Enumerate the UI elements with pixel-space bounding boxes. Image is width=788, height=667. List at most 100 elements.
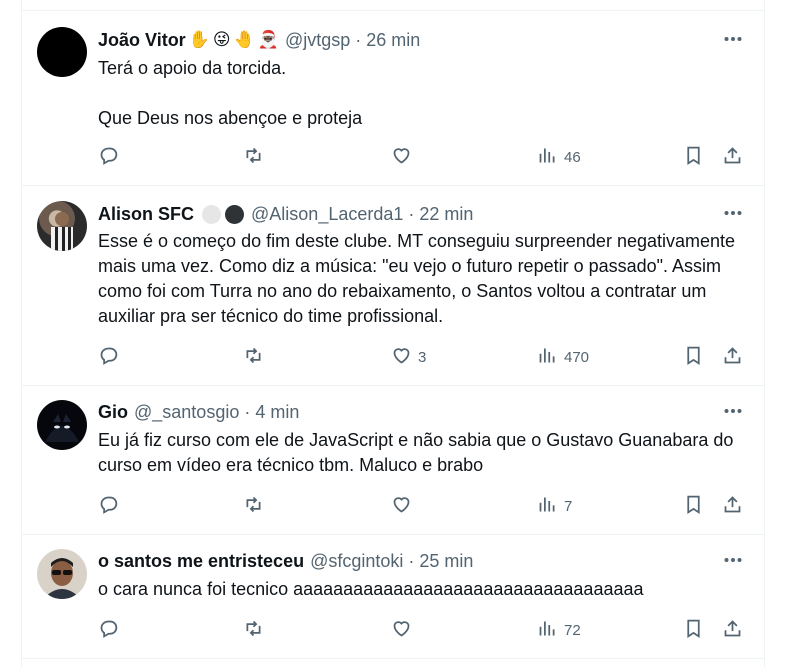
author-name[interactable]: João Vitor xyxy=(98,30,186,51)
share-icon xyxy=(722,145,743,170)
reply-button[interactable] xyxy=(98,617,125,643)
tweet-actions: 7 xyxy=(98,493,744,519)
author-handle[interactable]: @sfcgintoki xyxy=(310,551,403,572)
tweet[interactable]: Gio @_santosgio · 4 min Eu já fiz curso … xyxy=(22,385,764,535)
reply-icon xyxy=(98,494,119,519)
like-icon xyxy=(391,345,412,370)
reply-button[interactable] xyxy=(98,493,125,519)
avatar[interactable] xyxy=(37,201,87,251)
more-icon[interactable] xyxy=(722,400,744,422)
tweet-actions: 72 xyxy=(98,617,744,643)
name-emoji: 😜 xyxy=(212,30,231,49)
name-emoji: 🤚 xyxy=(233,30,255,49)
views-count: 7 xyxy=(564,497,573,515)
views-button[interactable]: 72 xyxy=(537,617,581,643)
like-icon xyxy=(391,145,412,170)
like-icon xyxy=(391,618,412,643)
views-button[interactable]: 46 xyxy=(537,144,581,170)
avatar[interactable] xyxy=(37,549,87,599)
author-name[interactable]: Gio xyxy=(98,402,128,423)
timestamp[interactable]: 4 min xyxy=(255,402,299,423)
bookmark-button[interactable] xyxy=(683,344,704,370)
share-button[interactable] xyxy=(722,493,743,519)
tweet[interactable]: Alison SFC @Alison_Lacerda1 · 22 min Ess… xyxy=(22,185,764,386)
views-button[interactable]: 470 xyxy=(537,344,589,370)
tweet-header: João Vitor ✋ 😜 🤚 🎅🏿 @jvtgsp · 26 min xyxy=(98,28,420,52)
repost-icon xyxy=(243,145,264,170)
timeline-column: João Vitor ✋ 😜 🤚 🎅🏿 @jvtgsp · 26 min Ter… xyxy=(21,0,765,667)
author-name[interactable]: o santos me entristeceu xyxy=(98,551,304,572)
tweet-header: o santos me entristeceu @sfcgintoki · 25… xyxy=(98,549,473,573)
like-button[interactable] xyxy=(391,617,418,643)
timestamp[interactable]: 22 min xyxy=(419,204,473,225)
views-icon xyxy=(537,145,558,170)
avatar[interactable] xyxy=(37,400,87,450)
separator-dot: · xyxy=(355,29,362,50)
reply-icon xyxy=(98,618,119,643)
name-emoji: ✋ xyxy=(188,30,210,49)
share-icon xyxy=(722,494,743,519)
tweet-header: Gio @_santosgio · 4 min xyxy=(98,400,299,424)
more-icon[interactable] xyxy=(722,28,744,50)
repost-button[interactable] xyxy=(243,144,270,170)
tweet-text: o cara nunca foi tecnico aaaaaaaaaaaaaaa… xyxy=(98,579,644,599)
tweet[interactable]: o santos me entristeceu @sfcgintoki · 25… xyxy=(22,534,764,659)
tweet-text: Eu já fiz curso com ele de JavaScript e … xyxy=(98,430,734,475)
tweet-actions: 46 xyxy=(98,144,744,170)
share-icon xyxy=(722,618,743,643)
views-icon xyxy=(537,345,558,370)
reply-icon xyxy=(98,145,119,170)
bookmark-icon xyxy=(683,618,704,643)
views-count: 470 xyxy=(564,348,590,366)
badge-icon xyxy=(202,204,222,224)
views-count: 72 xyxy=(564,621,581,639)
like-button[interactable]: 3 xyxy=(391,344,426,370)
bookmark-icon xyxy=(683,494,704,519)
reply-button[interactable] xyxy=(98,344,125,370)
badge-icon xyxy=(225,204,245,224)
timestamp[interactable]: 25 min xyxy=(419,551,473,572)
tweet-text: Terá o apoio da torcida. Que Deus nos ab… xyxy=(98,58,363,128)
bookmark-icon xyxy=(683,145,704,170)
timestamp[interactable]: 26 min xyxy=(366,30,420,51)
bookmark-button[interactable] xyxy=(683,617,704,643)
tweet-header: Alison SFC @Alison_Lacerda1 · 22 min xyxy=(98,202,473,226)
views-count: 46 xyxy=(564,148,581,166)
reply-button[interactable] xyxy=(98,144,125,170)
repost-button[interactable] xyxy=(243,344,270,370)
tweet-text: Esse é o começo do fim deste clube. MT c… xyxy=(98,231,736,326)
bookmark-button[interactable] xyxy=(683,493,704,519)
tweet[interactable]: João Vitor ✋ 😜 🤚 🎅🏿 @jvtgsp · 26 min Ter… xyxy=(22,11,764,186)
separator-dot: · xyxy=(244,401,251,422)
views-icon xyxy=(537,494,558,519)
like-icon xyxy=(391,494,412,519)
share-button[interactable] xyxy=(722,617,743,643)
repost-icon xyxy=(243,618,264,643)
author-handle[interactable]: @Alison_Lacerda1 xyxy=(251,204,403,225)
like-button[interactable] xyxy=(391,144,418,170)
name-emoji: 🎅🏿 xyxy=(257,30,279,49)
avatar[interactable] xyxy=(37,27,87,77)
more-icon[interactable] xyxy=(722,202,744,224)
author-handle[interactable]: @_santosgio xyxy=(134,402,239,423)
share-icon xyxy=(722,345,743,370)
author-name[interactable]: Alison SFC xyxy=(98,204,194,225)
tweet-actions: 3 470 xyxy=(98,344,744,370)
bookmark-button[interactable] xyxy=(683,144,704,170)
bookmark-icon xyxy=(683,345,704,370)
repost-icon xyxy=(243,345,264,370)
views-icon xyxy=(537,618,558,643)
like-count: 3 xyxy=(418,348,427,366)
repost-icon xyxy=(243,494,264,519)
like-button[interactable] xyxy=(391,493,418,519)
repost-button[interactable] xyxy=(243,617,270,643)
share-button[interactable] xyxy=(722,344,743,370)
separator-dot: · xyxy=(408,203,415,224)
repost-button[interactable] xyxy=(243,493,270,519)
reply-icon xyxy=(98,345,119,370)
more-icon[interactable] xyxy=(722,549,744,571)
author-handle[interactable]: @jvtgsp xyxy=(285,30,350,51)
separator-dot: · xyxy=(408,550,415,571)
views-button[interactable]: 7 xyxy=(537,493,572,519)
share-button[interactable] xyxy=(722,144,743,170)
